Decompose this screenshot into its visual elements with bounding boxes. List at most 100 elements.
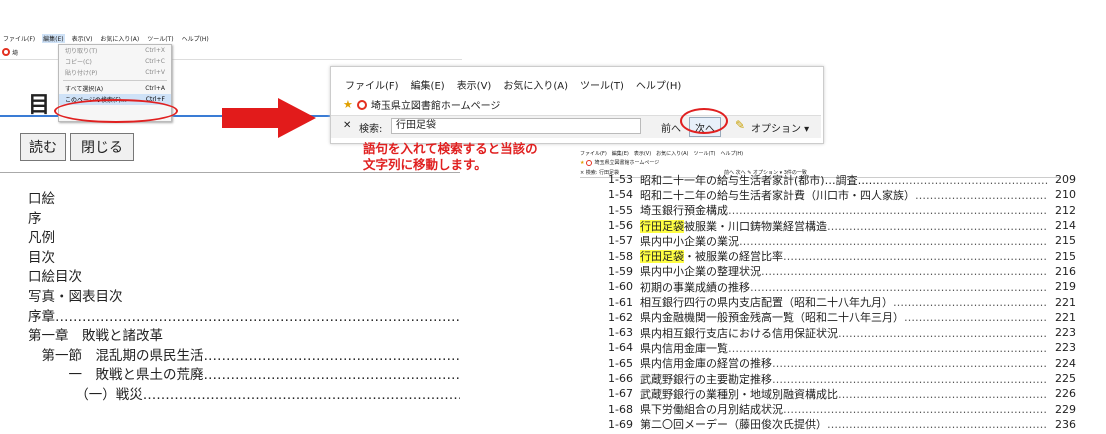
figure-row[interactable]: 1-54 昭和二十二年の給与生活者家計費（川口市・四人家族）……………………………… (608, 187, 1076, 202)
menu-item-paste[interactable]: 貼り付け(P) Ctrl+V (59, 67, 171, 78)
figure-row[interactable]: 1-65 県内信用金庫の経営の推移………………………………………………………………… (608, 356, 1076, 371)
figure-row[interactable]: 1-69 第二〇回メーデー（藤田俊次氏提供）…………………………………………………… (608, 417, 1076, 432)
figure-title-text: 県内信用金庫の経営の推移 (640, 357, 772, 371)
close-button[interactable]: 閉じる (70, 133, 134, 161)
menu-bar: ファイル(F) 編集(E) 表示(V) お気に入り(A) ツール(T) ヘルプ(… (0, 32, 464, 44)
figure-row[interactable]: 1-55 埼玉銀行預金構成…………………………………………………………………………… (608, 203, 1076, 218)
zoom-favorite-link[interactable]: 埼玉県立図書館ホームページ (371, 97, 501, 112)
r-menu-help[interactable]: ヘルプ(H) (720, 150, 743, 157)
toc-item[interactable]: 口絵 (28, 190, 460, 210)
note-line: 語句を入れて検索すると当該の (363, 141, 538, 156)
figure-number: 1-64 (608, 341, 633, 355)
leader-dots: …………………………………………………………………………………… (728, 204, 1048, 218)
figure-number: 1-69 (608, 417, 633, 431)
menu-tools[interactable]: ツール(T) (146, 34, 174, 43)
toc-item[interactable]: （一）戦災……………………………………………………………… (28, 386, 460, 406)
menu-favorites[interactable]: お気に入り(A) (99, 34, 140, 43)
figure-title: 県内信用金庫の経営の推移…………………………………………………………………………… (640, 355, 1048, 371)
figure-title-text: 第二〇回メーデー（藤田俊次氏提供） (640, 418, 827, 432)
r-menu-favorites[interactable]: お気に入り(A) (656, 150, 688, 157)
highlight-pen-icon[interactable]: ✎ (735, 118, 745, 132)
right-menu-bar: ファイル(F) 編集(E) 表示(V) お気に入り(A) ツール(T) ヘルプ(… (580, 150, 743, 157)
figure-row[interactable]: 1-63 県内相互銀行支店における信用保証状況………………………………………………… (608, 325, 1076, 340)
zoom-menu-view[interactable]: 表示(V) (457, 77, 492, 92)
figure-number: 1-54 (608, 188, 633, 202)
toc-item[interactable]: 序章……………………………………………………………………………………… (28, 308, 460, 328)
figure-row[interactable]: 1-53 昭和二十一年の給与生活者家計(都市)…調査………………………………………… (608, 172, 1076, 187)
r-menu-tools[interactable]: ツール(T) (694, 150, 716, 157)
figure-row[interactable]: 1-58 行田足袋・被服業の経営比率……………………………………………………………… (608, 248, 1076, 264)
toc-item[interactable]: 第一節 混乱期の県民生活…………………………………………………… (28, 347, 460, 367)
r-menu-file[interactable]: ファイル(F) (580, 150, 607, 157)
figure-page: 215 (1055, 249, 1076, 263)
favorite-link[interactable]: 埼 (12, 48, 18, 57)
figure-title-text: 県下労働組合の月別結成状況 (640, 403, 783, 417)
figure-row[interactable]: 1-67 武蔵野銀行の業種別・地域別融資構成比………………………………………………… (608, 386, 1076, 401)
figure-number: 1-53 (608, 173, 633, 187)
figure-row[interactable]: 1-61 相互銀行四行の県内支店配置（昭和二十八年九月）…………………………………… (608, 294, 1076, 310)
r-menu-edit[interactable]: 編集(E) (612, 150, 629, 157)
menu-edit[interactable]: 編集(E) (42, 33, 65, 43)
toc-item[interactable]: 第一章 敗戦と諸改革 (28, 327, 460, 347)
figure-row[interactable]: 1-64 県内信用金庫一覧…………………………………………………………………………… (608, 340, 1076, 355)
find-options-button[interactable]: オプション ▾ (751, 120, 809, 135)
zoom-menu-edit[interactable]: 編集(E) (411, 77, 445, 92)
figure-number: 1-63 (608, 326, 633, 340)
figure-title: 昭和二十一年の給与生活者家計(都市)…調査…………………………………………………… (640, 172, 1048, 188)
figure-page: 223 (1055, 326, 1076, 340)
find-prev-button[interactable]: 前へ (661, 120, 681, 135)
right-screenshot: ファイル(F) 編集(E) 表示(V) お気に入り(A) ツール(T) ヘルプ(… (580, 145, 1100, 434)
r-menu-view[interactable]: 表示(V) (634, 150, 651, 157)
menu-help[interactable]: ヘルプ(H) (181, 34, 210, 43)
figure-title: 県内中小企業の業況…………………………………………………………………………………… (640, 233, 1048, 249)
figure-row[interactable]: 1-68 県下労働組合の月別結成状況……………………………………………………………… (608, 401, 1076, 417)
figure-row[interactable]: 1-59 県内中小企業の整理状況…………………………………………………………………… (608, 264, 1076, 279)
next-highlight-oval (680, 108, 728, 134)
menu-view[interactable]: 表示(V) (71, 34, 94, 43)
leader-dots: …………………………………………………………………………………… (827, 418, 1048, 432)
toc-item[interactable]: 一 敗戦と県土の荒廃………………………………………………… (28, 366, 460, 386)
menu-item-select-all[interactable]: すべて選択(A) Ctrl+A (59, 83, 171, 94)
read-button[interactable]: 読む (20, 133, 66, 161)
figure-page: 214 (1055, 219, 1076, 233)
menu-item-copy[interactable]: コピー(C) Ctrl+C (59, 56, 171, 67)
toc-item[interactable]: 写真・図表目次 (28, 288, 460, 308)
leader-dots: …………………………………………………………………………………… (904, 311, 1048, 325)
figure-row[interactable]: 1-62 県内金融機関一般預金残高一覧（昭和二十八年三月）………………………………… (608, 310, 1076, 325)
figure-number: 1-57 (608, 234, 633, 248)
figure-title: 昭和二十二年の給与生活者家計費（川口市・四人家族）………………………………………… (640, 187, 1048, 203)
figure-title: 県内相互銀行支店における信用保証状況…………………………………………………………… (640, 325, 1048, 341)
highlight-oval (54, 99, 178, 123)
figure-row[interactable]: 1-57 県内中小企業の業況………………………………………………………………………… (608, 233, 1076, 248)
r-favorite-link[interactable]: 埼玉県立図書館ホームページ (594, 159, 659, 166)
figure-number: 1-61 (608, 295, 633, 309)
figure-page: 221 (1055, 295, 1076, 309)
favorites-star-icon[interactable]: ★ (343, 98, 353, 111)
menu-item-cut[interactable]: 切り取り(T) Ctrl+X (59, 45, 171, 56)
leader-dots: …………………………………………………………………………………… (750, 280, 1048, 294)
figure-page: 216 (1055, 264, 1076, 278)
toc-item[interactable]: 凡例 (28, 229, 460, 249)
figure-row[interactable]: 1-60 初期の事業成績の推移……………………………………………………………………… (608, 279, 1076, 294)
toc-item[interactable]: 目次 (28, 249, 460, 269)
figure-title: 埼玉銀行預金構成…………………………………………………………………………………… (640, 202, 1048, 218)
figure-title: 行田足袋・被服業の経営比率………………………………………………………………………… (640, 248, 1048, 264)
figure-row[interactable]: 1-56 行田足袋被服業・川口鋳物業経営構造…………………………………………………… (608, 218, 1076, 233)
zoom-menu-tools[interactable]: ツール(T) (580, 77, 624, 92)
zoom-menu-favorites[interactable]: お気に入り(A) (503, 77, 568, 92)
library-logo-icon (356, 99, 367, 110)
zoom-menu-file[interactable]: ファイル(F) (345, 77, 399, 92)
figure-page: 229 (1055, 402, 1076, 416)
library-logo-icon (586, 159, 593, 166)
leader-dots: …………………………………………………………………………………… (783, 403, 1048, 417)
menu-file[interactable]: ファイル(F) (2, 34, 36, 43)
figure-row[interactable]: 1-66 武蔵野銀行の主要勘定推移………………………………………………………………… (608, 371, 1076, 386)
figure-title: 県内金融機関一般預金残高一覧（昭和二十八年三月）…………………………………………… (640, 309, 1048, 325)
find-label: 検索: (359, 124, 383, 135)
favorites-star-icon[interactable]: ★ (580, 160, 584, 166)
close-find-icon[interactable]: ✕ (343, 120, 351, 131)
zoom-menu-help[interactable]: ヘルプ(H) (636, 77, 681, 92)
toc-item[interactable]: 序 (28, 210, 460, 230)
find-input[interactable]: 行田足袋 (391, 118, 641, 134)
toc-item[interactable]: 口絵目次 (28, 268, 460, 288)
